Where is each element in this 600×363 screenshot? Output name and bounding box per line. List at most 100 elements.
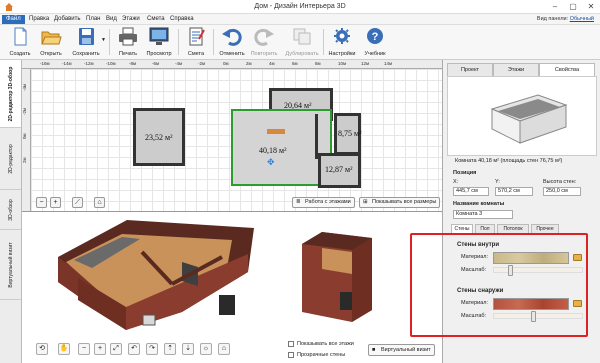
printer-icon <box>119 27 137 46</box>
menu-view[interactable]: Вид <box>106 15 117 24</box>
show-all-floors-checkbox[interactable] <box>288 341 294 347</box>
menu-estimate[interactable]: Смета <box>147 15 165 24</box>
title-bar: Дом - Дизайн Интерьера 3D – ▢ ✕ <box>0 0 600 14</box>
settings-button[interactable]: Настройки <box>326 27 358 58</box>
maximize-button[interactable]: ▢ <box>566 1 580 12</box>
x-input[interactable]: 445,7 см <box>453 187 489 196</box>
virtual-visit-label: Виртуальный визит <box>381 347 431 353</box>
house-3d-render[interactable] <box>22 212 442 363</box>
room-caption: Комната 40,18 м² (площадь стен 76,75 м²) <box>455 158 563 164</box>
tab-floors[interactable]: Этажи <box>493 63 539 76</box>
redo-label: Повторить <box>250 51 278 57</box>
ruler-tick: -10м <box>106 61 116 66</box>
ruler-tick: 2м <box>22 157 27 163</box>
view-3d[interactable]: ⟲ ✋ − + ⤢ ↶ ↷ ⇡ ⇣ ☼ ⌂ Показывать все эта… <box>22 212 442 363</box>
menu-edit[interactable]: Правка <box>29 15 49 24</box>
layers-icon: ≣ <box>296 199 301 205</box>
zoom-out-icon[interactable]: − <box>78 343 90 355</box>
print-button[interactable]: Печать <box>115 27 141 58</box>
tab-2d[interactable]: 2D-редактор <box>0 128 21 190</box>
toolbar-separator <box>213 29 214 55</box>
tab-properties[interactable]: Свойства <box>539 63 595 76</box>
room-area-label: 40,18 м² <box>259 146 287 155</box>
menu-add[interactable]: Добавить <box>54 15 81 24</box>
tab-3d[interactable]: 3D-обзор <box>0 190 21 230</box>
menu-plan[interactable]: План <box>86 15 100 24</box>
menu-file[interactable]: Файл <box>2 15 25 24</box>
undo-button[interactable]: Отменить <box>218 27 246 58</box>
view-mode-tabs: 2D-редактор 3D-обзор 2D-редактор 3D-обзо… <box>0 60 22 363</box>
show-dimensions-label: Показывать все размеры <box>372 199 437 205</box>
home-icon[interactable]: ⌂ <box>218 343 230 355</box>
ruler-tick: -16м <box>40 61 50 66</box>
minimize-button[interactable]: – <box>548 1 562 12</box>
duplicate-button[interactable]: Дублировать <box>284 27 320 58</box>
floors-button[interactable]: ≣ Работа с этажами <box>292 197 355 208</box>
ruler-tool-icon[interactable]: ⟋ <box>72 197 83 208</box>
ruler-horizontal: -16м -14м -12м -10м -8м -6м -4м -2м 0м 2… <box>22 60 442 69</box>
floors-button-label: Работа с этажами <box>305 199 351 205</box>
toolbar: Создать Открыть Сохранить ▼ Печать Просм… <box>0 25 600 60</box>
menu-bar: Файл Правка Добавить План Вид Этажи Смет… <box>0 14 600 25</box>
tilt-down-icon[interactable]: ⇣ <box>182 343 194 355</box>
toolbar-separator <box>323 29 324 55</box>
rotate-right-icon[interactable]: ↷ <box>146 343 158 355</box>
room-area-label: 12,87 м² <box>325 165 353 174</box>
view-mode-link[interactable]: Обычный <box>570 16 594 22</box>
ruler-tick: -8м <box>129 61 137 66</box>
duplicate-icon <box>293 28 311 45</box>
camera-icon: ■ <box>372 347 376 353</box>
redo-button[interactable]: Повторить <box>248 27 280 58</box>
zoom-in-icon[interactable]: + <box>94 343 106 355</box>
save-button[interactable]: Сохранить <box>68 27 104 58</box>
ruler-tick: -4м <box>175 61 183 66</box>
estimate-button[interactable]: Смета <box>184 27 208 58</box>
wall-height-input[interactable]: 250,0 см <box>543 187 581 196</box>
tab-2d-3d-label: 2D-редактор 3D-обзор <box>7 66 14 121</box>
save-dropdown-arrow-icon[interactable]: ▼ <box>101 37 106 43</box>
create-button[interactable]: Создать <box>6 27 34 58</box>
room-name-input[interactable]: Комната 3 <box>453 210 513 219</box>
tab-project[interactable]: Проект <box>447 63 493 76</box>
menu-floors[interactable]: Этажи <box>122 15 140 24</box>
light-bulb-icon[interactable]: ☼ <box>200 343 212 355</box>
menu-help[interactable]: Справка <box>170 15 194 24</box>
fit-view-icon[interactable]: ⤢ <box>110 343 122 355</box>
tab-3d-label: 3D-обзор <box>7 198 14 221</box>
ruler-tick: 10м <box>338 61 347 66</box>
close-button[interactable]: ✕ <box>584 1 598 12</box>
save-label: Сохранить <box>72 51 100 57</box>
ruler-tick: 8м <box>315 61 321 66</box>
duplicate-label: Дублировать <box>285 51 319 57</box>
zoom-out-icon[interactable]: − <box>36 197 47 208</box>
rotate-left-icon[interactable]: ↶ <box>128 343 140 355</box>
ruler-tick: -6м <box>152 61 160 66</box>
tab-2d-3d[interactable]: 2D-редактор 3D-обзор <box>0 60 21 128</box>
svg-text:?: ? <box>372 31 379 43</box>
plan-grid[interactable]: 23,52 м² 20,64 м² 40,18 м² ✥ 8,75 м² 12,… <box>31 69 442 211</box>
ruler-tick: 0м <box>223 61 229 66</box>
orbit-icon[interactable]: ⟲ <box>36 343 48 355</box>
ruler-tick: 6м <box>292 61 298 66</box>
move-cross-icon[interactable]: ✥ <box>267 157 275 168</box>
tutorial-button[interactable]: ? Учебник <box>361 27 389 58</box>
tilt-up-icon[interactable]: ⇡ <box>164 343 176 355</box>
undo-label: Отменить <box>219 51 245 57</box>
ruler-tick: 14м <box>384 61 393 66</box>
y-input[interactable]: 570,2 см <box>495 187 533 196</box>
room-area-label: 23,52 м² <box>145 133 173 142</box>
open-button[interactable]: Открыть <box>37 27 65 58</box>
pan-hand-icon[interactable]: ✋ <box>58 343 70 355</box>
position-label: Позиция <box>453 170 477 176</box>
view-mode: Вид панели: Обычный <box>537 15 594 24</box>
plan-editor[interactable]: -16м -14м -12м -10м -8м -6м -4м -2м 0м 2… <box>22 60 442 212</box>
home-icon[interactable]: ⌂ <box>94 197 105 208</box>
virtual-visit-button[interactable]: ■ Виртуальный визит <box>368 344 435 356</box>
transparent-walls-checkbox[interactable] <box>288 352 294 358</box>
preview-button[interactable]: Просмотр <box>145 27 173 58</box>
show-dimensions-button[interactable]: ⊞ Показывать все размеры <box>359 197 441 208</box>
ruler-tick: -14м <box>62 61 72 66</box>
zoom-in-icon[interactable]: + <box>50 197 61 208</box>
settings-label: Настройки <box>328 51 356 57</box>
tab-virtual-visit[interactable]: Виртуальный визит <box>0 230 21 300</box>
